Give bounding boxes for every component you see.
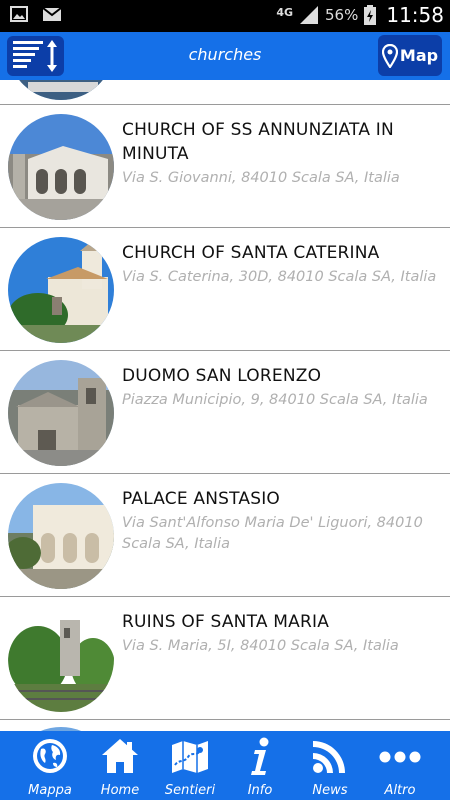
map-button[interactable]: Map (378, 35, 442, 76)
mail-notification-icon (42, 6, 62, 22)
list-item-partial[interactable] (0, 80, 450, 105)
globe-icon (31, 737, 69, 775)
more-icon (378, 737, 422, 775)
church-thumbnail (8, 483, 114, 589)
nav-label-info: Info (247, 783, 273, 798)
church-address: Via S. Caterina, 30D, 84010 Scala SA, It… (122, 269, 437, 285)
list-item[interactable]: RUINS OF SANTA MARIA Via S. Maria, 5I, 8… (0, 598, 450, 720)
church-address: Via Sant'Alfonso Maria De' Liguori, 8401… (122, 515, 423, 552)
nav-item-home[interactable]: Home (85, 731, 155, 800)
church-thumbnail (8, 80, 114, 100)
nav-item-altro[interactable]: Altro (365, 731, 435, 800)
church-address: Via S. Giovanni, 84010 Scala SA, Italia (122, 170, 400, 186)
map-button-label: Map (399, 46, 439, 65)
list-item[interactable]: DUOMO SAN LORENZO Piazza Municipio, 9, 8… (0, 352, 450, 474)
image-notification-icon (10, 6, 28, 22)
rss-icon (311, 737, 349, 775)
church-thumbnail (8, 114, 114, 220)
nav-item-info[interactable]: Info (225, 731, 295, 800)
info-icon (245, 737, 275, 777)
list-item-partial[interactable] (0, 717, 450, 731)
app-bar: churches Map (0, 32, 450, 80)
signal-icon (299, 5, 319, 25)
church-thumbnail (8, 606, 114, 712)
bottom-navigation: Mappa Home Sentieri Info News Altro (0, 731, 450, 800)
list-item[interactable]: PALACE ANSTASIO Via Sant'Alfonso Maria D… (0, 475, 450, 597)
map-pin-icon (381, 43, 398, 68)
list-item[interactable]: CHURCH OF SS ANNUNZIATA IN MINUTA Via S.… (0, 106, 450, 228)
church-name: CHURCH OF SS ANNUNZIATA IN MINUTA (122, 120, 394, 164)
nav-item-mappa[interactable]: Mappa (15, 731, 85, 800)
status-bar: 4G 56% 11:58 (0, 0, 450, 32)
church-name: RUINS OF SANTA MARIA (122, 612, 330, 632)
nav-label-news: News (312, 783, 348, 798)
list-item[interactable]: CHURCH OF SANTA CATERINA Via S. Caterina… (0, 229, 450, 351)
church-thumbnail (8, 360, 114, 466)
battery-charging-icon (364, 5, 377, 25)
clock: 11:58 (386, 3, 444, 27)
home-icon (100, 737, 140, 775)
church-list[interactable]: CHURCH OF SS ANNUNZIATA IN MINUTA Via S.… (0, 80, 450, 731)
nav-label-sentieri: Sentieri (164, 783, 216, 798)
nav-item-news[interactable]: News (295, 731, 365, 800)
network-type: 4G (276, 5, 294, 19)
battery-percent: 56% (325, 6, 359, 24)
church-name: DUOMO SAN LORENZO (122, 366, 322, 386)
church-name: PALACE ANSTASIO (122, 489, 281, 509)
church-address: Piazza Municipio, 9, 84010 Scala SA, Ita… (122, 392, 428, 408)
nav-label-mappa: Mappa (28, 783, 72, 798)
church-thumbnail (8, 237, 114, 343)
nav-label-home: Home (100, 783, 140, 798)
church-address: Via S. Maria, 5I, 84010 Scala SA, Italia (122, 638, 399, 654)
trail-map-icon (170, 737, 210, 775)
nav-item-sentieri[interactable]: Sentieri (155, 731, 225, 800)
nav-label-altro: Altro (384, 783, 416, 798)
church-name: CHURCH OF SANTA CATERINA (122, 243, 380, 263)
